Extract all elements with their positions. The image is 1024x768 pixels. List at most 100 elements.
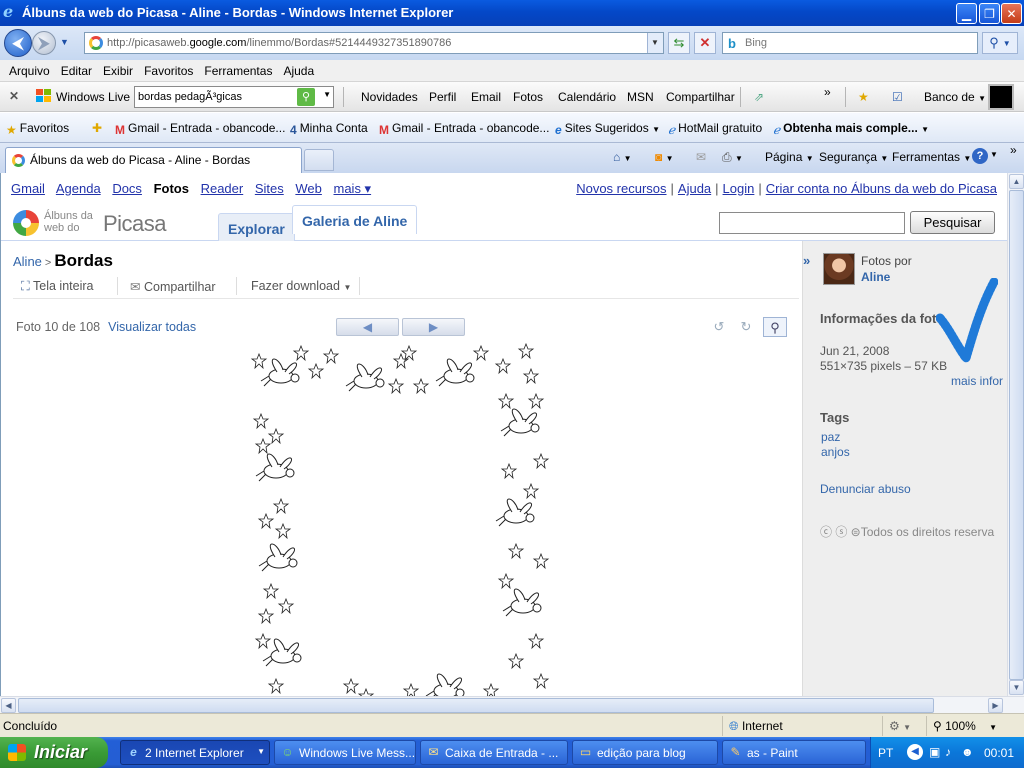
- tab-galeria[interactable]: Galeria de Aline: [292, 205, 418, 234]
- owner-link[interactable]: Aline: [861, 270, 890, 284]
- add-favorite-icon[interactable]: ✚: [92, 121, 102, 135]
- avatar[interactable]: [823, 253, 855, 285]
- gbar-agenda[interactable]: Agenda: [56, 181, 101, 196]
- share-button[interactable]: ✉ Compartilhar: [130, 279, 216, 294]
- view-all-link[interactable]: Visualizar todas: [108, 320, 196, 334]
- volume-icon[interactable]: ♪: [945, 745, 951, 759]
- taskbar-paint[interactable]: ✎ as - Paint: [722, 740, 866, 765]
- live-link-msn[interactable]: MSN: [627, 90, 654, 104]
- page-menu[interactable]: Página ▼: [765, 150, 814, 164]
- stop-button[interactable]: ✕: [694, 32, 716, 54]
- vertical-scroll-thumb[interactable]: [1009, 190, 1024, 680]
- fav-gmail-1[interactable]: M Gmail - Entrada - obancode...: [115, 121, 285, 137]
- fav-obtenha[interactable]: ℯ Obtenha mais comple... ▼: [773, 121, 929, 137]
- more-info-link[interactable]: mais infor: [951, 374, 1003, 388]
- checklist-icon[interactable]: ☑: [892, 90, 903, 104]
- live-search-input[interactable]: bordas pedagÃ³gicas ⚲ ▼: [134, 86, 334, 108]
- protected-mode-icon[interactable]: ⚙ ▼: [882, 716, 926, 736]
- menu-arquivo[interactable]: Arquivo: [9, 64, 50, 78]
- share-page-icon[interactable]: ⇗: [754, 90, 764, 104]
- menu-ajuda[interactable]: Ajuda: [283, 64, 314, 78]
- live-link-fotos[interactable]: Fotos: [513, 90, 543, 104]
- fav-gmail-2[interactable]: M Gmail - Entrada - obancode...: [379, 121, 549, 137]
- fav-hotmail[interactable]: ℯ HotMail gratuito: [668, 121, 762, 137]
- start-button[interactable]: Iniciar: [0, 737, 108, 768]
- gbar-docs[interactable]: Docs: [112, 181, 142, 196]
- scroll-right-icon[interactable]: ▶: [988, 698, 1003, 713]
- taskbar-internet-explorer[interactable]: e 2 Internet Explorer ▼: [120, 740, 270, 765]
- back-button[interactable]: ⮜: [4, 29, 32, 57]
- tag-anjos[interactable]: anjos: [821, 445, 850, 459]
- bing-search-input[interactable]: b Bing: [722, 32, 978, 54]
- windows-live-label[interactable]: Windows Live: [56, 90, 130, 104]
- collapse-sidebar-icon[interactable]: »: [803, 253, 810, 268]
- horizontal-scroll-thumb[interactable]: [18, 698, 934, 713]
- more-commands-icon[interactable]: »: [1010, 143, 1017, 157]
- gbar-web[interactable]: Web: [295, 181, 322, 196]
- show-hidden-icons[interactable]: ◀: [907, 744, 923, 760]
- vertical-scrollbar[interactable]: ▲ ▼: [1007, 173, 1024, 696]
- login-link[interactable]: Login: [723, 181, 755, 196]
- live-link-email[interactable]: Email: [471, 90, 501, 104]
- more-chevron-icon[interactable]: »: [824, 85, 831, 99]
- live-link-compartilhar[interactable]: Compartilhar: [666, 90, 735, 104]
- home-icon[interactable]: ⌂ ▼: [613, 150, 632, 164]
- live-link-calendario[interactable]: Calendário: [558, 90, 616, 104]
- fullscreen-button[interactable]: ⛶ Tela inteira: [21, 279, 93, 294]
- picasa-search-button[interactable]: Pesquisar: [910, 211, 995, 234]
- print-icon[interactable]: ⎙ ▼: [722, 150, 743, 165]
- recent-pages-dropdown[interactable]: ▼: [60, 37, 69, 47]
- rotate-left-icon[interactable]: ↺: [707, 317, 731, 337]
- close-toolbar-icon[interactable]: ✕: [9, 89, 19, 103]
- report-abuse-link[interactable]: Denunciar abuso: [820, 482, 911, 496]
- picasa-logo[interactable]: Álbuns da web do Picasa: [13, 208, 183, 238]
- gbar-more[interactable]: mais ▾: [334, 181, 372, 196]
- gbar-gmail[interactable]: Gmail: [11, 181, 45, 196]
- read-mail-icon[interactable]: ✉: [696, 150, 706, 164]
- bank-menu[interactable]: Banco de ▼: [924, 90, 986, 104]
- photo-angels-frame[interactable]: [241, 341, 561, 696]
- new-tab-button[interactable]: [304, 149, 334, 171]
- create-account-link[interactable]: Criar conta no Álbuns da web do Picasa: [766, 181, 997, 196]
- favorites-button[interactable]: ★ Favoritos: [6, 121, 69, 137]
- help-dropdown[interactable]: ▼: [990, 150, 998, 159]
- network-icon[interactable]: ▣: [929, 745, 940, 759]
- zoom-level[interactable]: ⚲ 100% ▼: [926, 716, 1024, 736]
- menu-editar[interactable]: Editar: [61, 64, 92, 78]
- zoom-icon[interactable]: ⚲: [763, 317, 787, 337]
- menu-exibir[interactable]: Exibir: [103, 64, 133, 78]
- tab-explorar[interactable]: Explorar: [218, 213, 295, 241]
- help-link[interactable]: Ajuda: [678, 181, 711, 196]
- scroll-up-icon[interactable]: ▲: [1009, 174, 1024, 189]
- gbar-reader[interactable]: Reader: [201, 181, 244, 196]
- rotate-right-icon[interactable]: ↻: [734, 317, 758, 337]
- help-icon[interactable]: ?: [972, 148, 988, 164]
- favorites-star-icon[interactable]: ★: [858, 90, 869, 104]
- previous-photo-button[interactable]: ◀: [336, 318, 399, 336]
- scroll-left-icon[interactable]: ◀: [1, 698, 16, 713]
- taskbar-inbox[interactable]: ✉ Caixa de Entrada - ...: [420, 740, 568, 765]
- messenger-tray-icon[interactable]: ☻: [961, 745, 974, 759]
- minimize-button[interactable]: ▁: [956, 3, 977, 24]
- address-input[interactable]: http://picasaweb.google.com/linemmo/Bord…: [84, 32, 664, 54]
- picasa-search-input[interactable]: [719, 212, 905, 234]
- live-search-go-icon[interactable]: ⚲: [297, 88, 315, 106]
- horizontal-scrollbar[interactable]: ◀ ▶: [0, 696, 1024, 713]
- live-link-perfil[interactable]: Perfil: [429, 90, 456, 104]
- taskbar-messenger[interactable]: ☺ Windows Live Mess...: [274, 740, 416, 765]
- address-dropdown[interactable]: ▼: [647, 33, 663, 53]
- tag-paz[interactable]: paz: [821, 430, 840, 444]
- menu-ferramentas[interactable]: Ferramentas: [204, 64, 272, 78]
- next-photo-button[interactable]: ▶: [402, 318, 465, 336]
- forward-button[interactable]: ⮞: [32, 31, 56, 55]
- live-search-dropdown[interactable]: ▼: [323, 90, 331, 99]
- search-button[interactable]: ⚲ ▼: [982, 32, 1018, 54]
- gbar-sites[interactable]: Sites: [255, 181, 284, 196]
- new-features-link[interactable]: Novos recursos: [576, 181, 666, 196]
- security-menu[interactable]: Segurança ▼: [819, 150, 888, 164]
- restore-button[interactable]: ❐: [979, 3, 1000, 24]
- tools-menu[interactable]: Ferramentas ▼: [892, 150, 971, 164]
- menu-favoritos[interactable]: Favoritos: [144, 64, 193, 78]
- taskbar-folder[interactable]: ▭ edição para blog: [572, 740, 718, 765]
- security-zone[interactable]: 🌐︎ Internet: [722, 716, 882, 736]
